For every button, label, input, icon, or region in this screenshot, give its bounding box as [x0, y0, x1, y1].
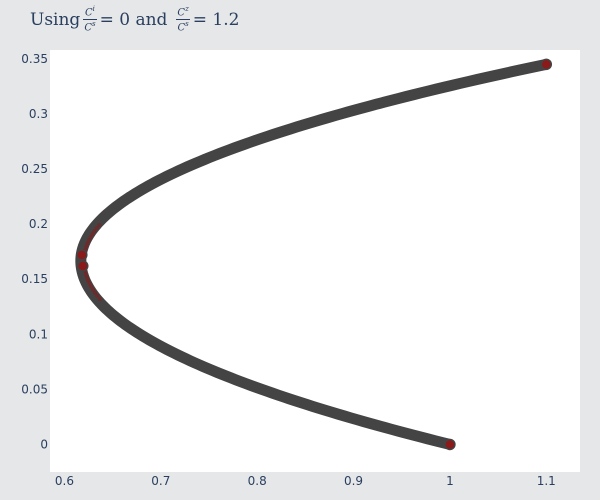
chart-root: Using Ci Cs = 0 and Cz Cs = 1.2 0.6 0.7 0.… — [0, 0, 600, 500]
x-axis-ticks: 0.6 0.7 0.8 0.9 1 1.1 — [55, 474, 556, 488]
chart-svg: 0.6 0.7 0.8 0.9 1 1.1 00.050.10.150.20.250.30… — [21, 50, 580, 488]
y-tick-label: 0.1 — [29, 327, 48, 341]
y-tick-label: 0.15 — [21, 272, 48, 286]
y-tick-label: 0.2 — [29, 217, 48, 231]
x-tick-label: 0.7 — [151, 474, 170, 488]
x-tick-label: 0.8 — [248, 474, 267, 488]
vertex-marker — [97, 222, 102, 227]
y-axis-ticks: 0 0.05 0.1 0.15 0.2 0.25 0.3 0.35 — [21, 52, 48, 452]
data-marker — [444, 438, 456, 451]
y-tick-label: 0.05 — [21, 382, 48, 396]
data-marker — [77, 260, 89, 272]
y-tick-label: 0.35 — [21, 52, 48, 66]
data-marker — [76, 249, 88, 261]
y-tick-label: 0.3 — [29, 107, 48, 121]
vertex-marker — [94, 226, 99, 231]
x-tick-label: 0.9 — [344, 474, 363, 488]
x-tick-label: 0.6 — [55, 474, 74, 488]
y-tick-label: 0.25 — [21, 162, 48, 176]
x-tick-label: 1.1 — [537, 474, 556, 488]
x-tick-label: 1 — [446, 474, 454, 488]
data-marker — [540, 58, 553, 71]
y-tick-label: 0 — [40, 437, 48, 451]
